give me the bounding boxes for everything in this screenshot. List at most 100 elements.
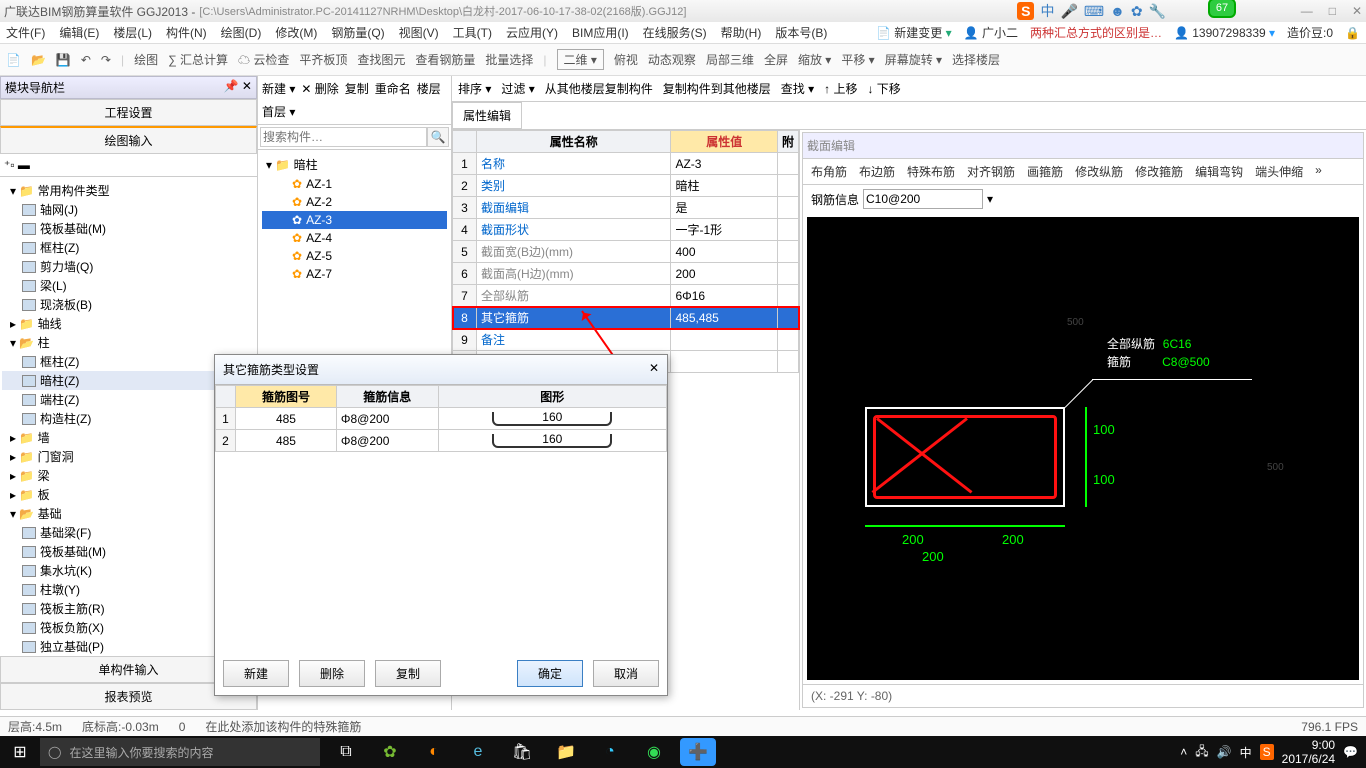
prop-val[interactable]: 一字-1形 xyxy=(671,219,778,241)
rebar-dropdown-icon[interactable]: ▾ xyxy=(987,192,993,206)
dlg-shape[interactable]: 160 xyxy=(438,408,666,430)
tb-new-icon[interactable]: 📄 xyxy=(6,53,21,67)
menu-online[interactable]: 在线服务(S) xyxy=(643,24,707,41)
tb-redo-icon[interactable]: ↷ xyxy=(101,53,111,67)
tb-find[interactable]: 查找图元 xyxy=(357,51,405,68)
item-xianjiao[interactable]: 现浇板(B) xyxy=(2,295,255,314)
close-button[interactable]: ✕ xyxy=(1352,4,1362,18)
app-icon4[interactable]: ◉ xyxy=(636,738,672,766)
prop-val[interactable]: 6Φ16 xyxy=(671,285,778,307)
comp-new[interactable]: 新建 ▾ xyxy=(262,80,295,97)
prop-val[interactable]: AZ-3 xyxy=(671,153,778,175)
tb-dyn[interactable]: 动态观察 xyxy=(648,51,696,68)
ime-tool-icon[interactable]: 🔧 xyxy=(1149,3,1166,20)
dlg-info[interactable]: Φ8@200 xyxy=(336,430,438,452)
tb-rotate[interactable]: 屏幕旋转 ▾ xyxy=(885,51,942,68)
maximize-button[interactable]: □ xyxy=(1329,4,1336,18)
comp-root[interactable]: ▾ 📁 暗柱 xyxy=(262,154,447,175)
st-modstir[interactable]: 修改箍筋 xyxy=(1135,163,1183,180)
tb-align[interactable]: 平齐板顶 xyxy=(299,51,347,68)
user-gxe[interactable]: 👤 广小二 xyxy=(964,24,1018,41)
comp-az3[interactable]: ✿AZ-3 xyxy=(262,211,447,229)
prop-extra[interactable] xyxy=(777,241,798,263)
tray-net-icon[interactable]: 🖧 xyxy=(1195,742,1208,763)
menu-tool[interactable]: 工具(T) xyxy=(453,24,492,41)
notification-icon[interactable]: 💬 xyxy=(1343,745,1358,759)
section-canvas[interactable]: 500 500 100 100 200 200 200 全部纵筋 6C16 xyxy=(807,217,1359,680)
tb-open-icon[interactable]: 📂 xyxy=(31,53,46,67)
dialog-header[interactable]: 其它箍筋类型设置 ✕ xyxy=(215,355,667,385)
rt-up[interactable]: ↑ 上移 xyxy=(824,80,857,97)
prop-name[interactable]: 全部纵筋 xyxy=(477,285,671,307)
lock-icon[interactable]: 🔒 xyxy=(1345,26,1360,40)
search-button[interactable]: 🔍 xyxy=(427,127,449,147)
item-jianli[interactable]: 剪力墙(Q) xyxy=(2,257,255,276)
prop-val[interactable] xyxy=(671,329,778,351)
menu-bim[interactable]: BIM应用(I) xyxy=(572,24,629,41)
new-change-button[interactable]: 📄 新建变更 ▾ xyxy=(876,24,952,41)
tb-undo-icon[interactable]: ↶ xyxy=(81,53,91,67)
ime-cn[interactable]: 中 xyxy=(1040,1,1054,21)
st-special[interactable]: 特殊布筋 xyxy=(907,163,955,180)
st-align[interactable]: 对齐钢筋 xyxy=(967,163,1015,180)
prop-val[interactable]: 400 xyxy=(671,241,778,263)
menu-component[interactable]: 构件(N) xyxy=(166,24,207,41)
comp-copy[interactable]: 复制 xyxy=(345,80,369,97)
prop-name[interactable]: 截面形状 xyxy=(477,219,671,241)
prop-name[interactable]: 备注 xyxy=(477,329,671,351)
dlg-del[interactable]: 删除 xyxy=(299,660,365,687)
menu-help[interactable]: 帮助(H) xyxy=(721,24,762,41)
app-icon3[interactable]: ◔ xyxy=(592,738,628,766)
rt-filter[interactable]: 过滤 ▾ xyxy=(501,80,534,97)
prop-val[interactable] xyxy=(671,351,778,373)
nav-pin-icon[interactable]: 📌 ✕ xyxy=(224,79,252,96)
menu-view[interactable]: 视图(V) xyxy=(399,24,439,41)
ime-gear-icon[interactable]: ✿ xyxy=(1131,3,1143,20)
prop-name[interactable]: 截面高(H边)(mm) xyxy=(477,263,671,285)
user-phone[interactable]: 👤 13907298339 ▾ xyxy=(1174,26,1275,40)
rt-copyfrom[interactable]: 从其他楼层复制构件 xyxy=(545,80,653,97)
dlg-num[interactable]: 485 xyxy=(236,430,337,452)
dlg-num[interactable]: 485 xyxy=(236,408,337,430)
prop-extra[interactable] xyxy=(777,153,798,175)
tb-top[interactable]: 俯视 xyxy=(614,51,638,68)
tab-prop-edit[interactable]: 属性编辑 xyxy=(452,102,522,129)
tb-rebar-view[interactable]: 查看钢筋量 xyxy=(415,51,475,68)
prop-extra[interactable] xyxy=(777,219,798,241)
dlg-cancel[interactable]: 取消 xyxy=(593,660,659,687)
tb-sum[interactable]: ∑ 汇总计算 xyxy=(168,51,228,68)
taskbar-clock[interactable]: 9:002017/6/24 xyxy=(1282,738,1335,767)
st-modlong[interactable]: 修改纵筋 xyxy=(1075,163,1123,180)
comp-rename[interactable]: 重命名 xyxy=(375,80,411,97)
dlg-info[interactable]: Φ8@200 xyxy=(336,408,438,430)
comp-az1[interactable]: ✿AZ-1 xyxy=(262,175,447,193)
prop-extra[interactable] xyxy=(777,197,798,219)
prop-extra[interactable] xyxy=(777,263,798,285)
tb-pan[interactable]: 平移 ▾ xyxy=(841,51,874,68)
menu-floor[interactable]: 楼层(L) xyxy=(113,24,152,41)
comp-del[interactable]: ✕ 删除 xyxy=(301,80,338,97)
dlg-ok[interactable]: 确定 xyxy=(517,660,583,687)
rebar-input[interactable] xyxy=(863,189,983,209)
dialog-close[interactable]: ✕ xyxy=(649,361,659,378)
menu-version[interactable]: 版本号(B) xyxy=(775,24,827,41)
prop-extra[interactable] xyxy=(777,329,798,351)
tb-2d[interactable]: 二维 ▾ xyxy=(557,49,604,70)
tb-save-icon[interactable]: 💾 xyxy=(56,53,71,67)
item-faban[interactable]: 筏板基础(M) xyxy=(2,219,255,238)
rt-copyto[interactable]: 复制构件到其他楼层 xyxy=(663,80,771,97)
edge-icon[interactable]: e xyxy=(460,738,496,766)
taskbar-search[interactable]: ◯ 在这里输入你要搜索的内容 xyxy=(40,738,320,766)
badge-67[interactable]: 67 xyxy=(1208,0,1236,18)
minimize-button[interactable]: — xyxy=(1301,4,1313,18)
cat-axis[interactable]: ▸ 📁 轴线 xyxy=(2,314,255,333)
cat-common[interactable]: ▾ 📁 常用构件类型 xyxy=(2,181,255,200)
app-icon2[interactable]: ◐ xyxy=(416,738,452,766)
prop-name[interactable]: 类别 xyxy=(477,175,671,197)
comp-az5[interactable]: ✿AZ-5 xyxy=(262,247,447,265)
notice-text[interactable]: 两种汇总方式的区别是… xyxy=(1030,24,1162,41)
dlg-copy[interactable]: 复制 xyxy=(375,660,441,687)
store-icon[interactable]: 🛍 xyxy=(504,738,540,766)
prop-val[interactable]: 暗柱 xyxy=(671,175,778,197)
ime-kbd-icon[interactable]: ⌨ xyxy=(1084,3,1104,20)
